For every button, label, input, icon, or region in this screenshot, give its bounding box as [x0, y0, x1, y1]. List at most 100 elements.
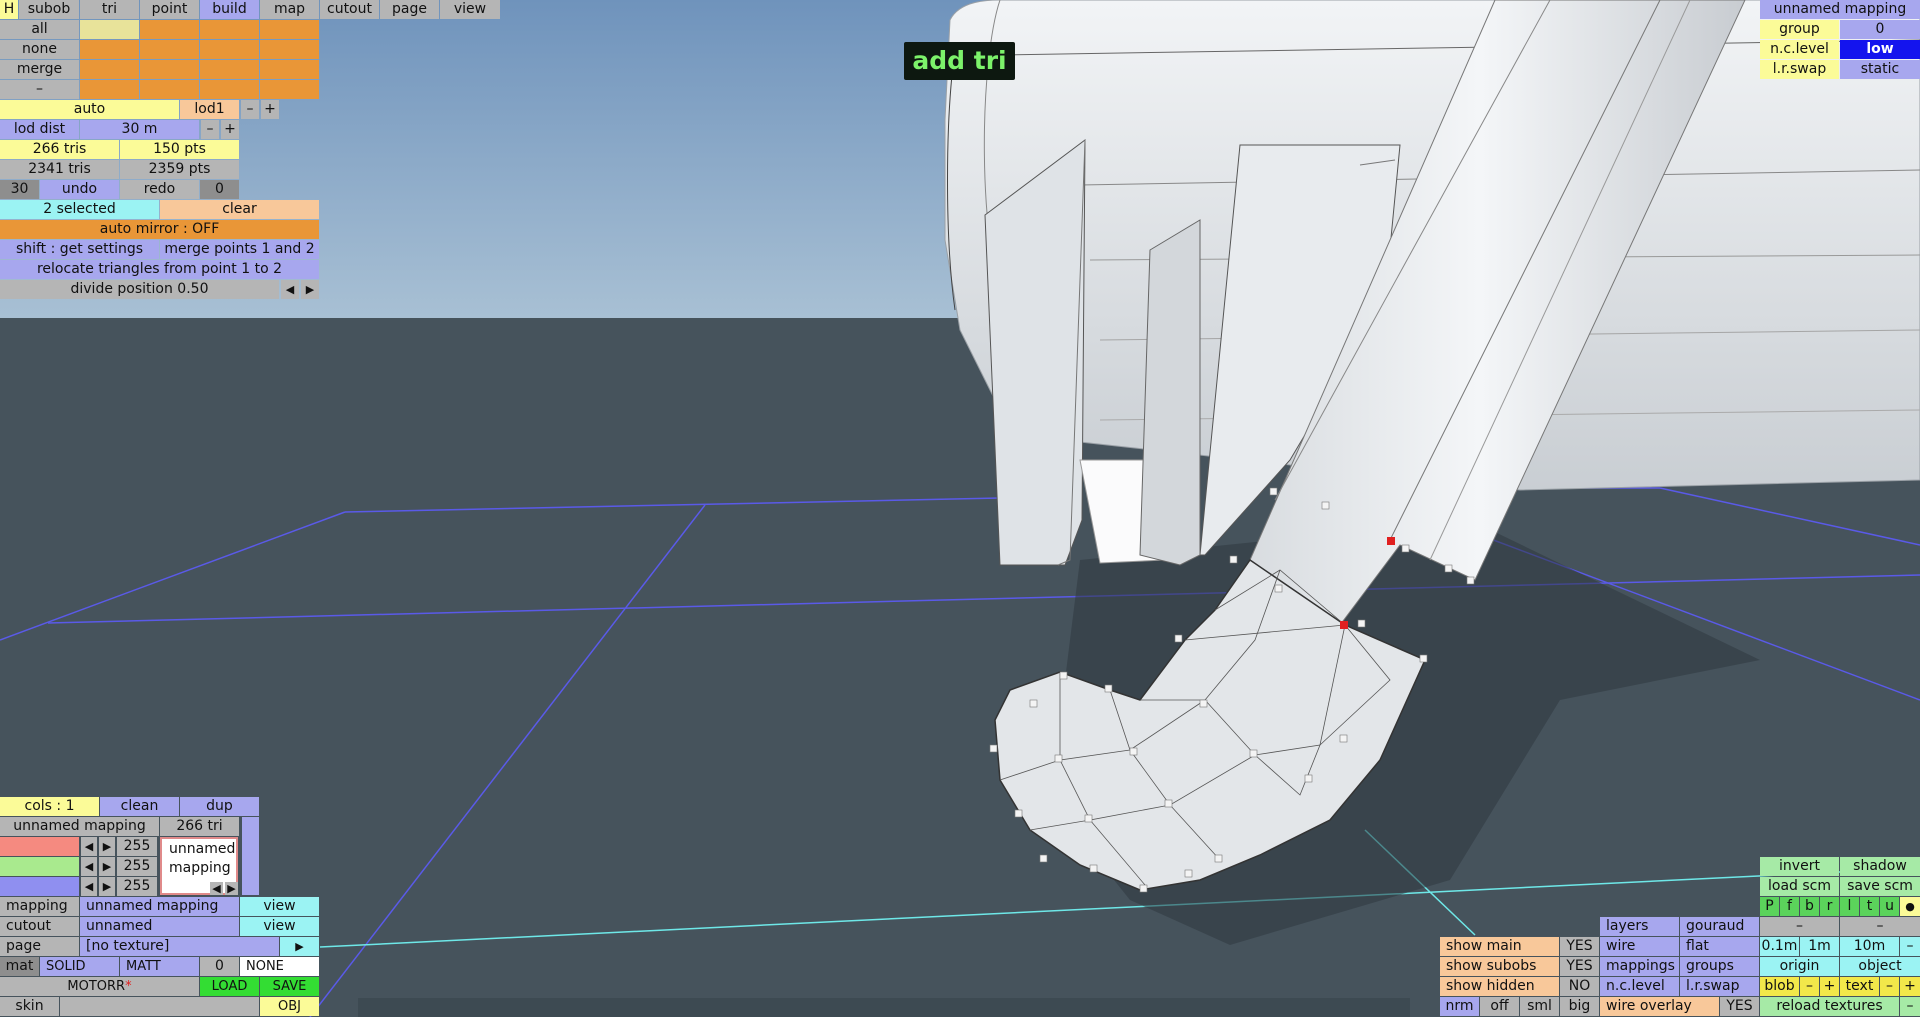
cols-count[interactable]: cols : 1 [0, 797, 99, 816]
text-plus-button[interactable]: + [1900, 977, 1920, 996]
mapping-view-button[interactable]: view [240, 897, 319, 916]
blob-button[interactable]: blob [1760, 977, 1799, 996]
divide-position-slider[interactable]: divide position 0.50 [0, 280, 279, 299]
subob-cell[interactable] [260, 20, 319, 39]
mat-number[interactable]: 0 [200, 957, 239, 976]
grid-1m-button[interactable]: 1m [1800, 937, 1839, 956]
reload-textures-button[interactable]: reload textures [1760, 997, 1899, 1016]
red-increase-button[interactable]: ▶ [99, 837, 115, 856]
layers-button[interactable]: layers [1600, 917, 1679, 936]
subob-cell[interactable] [140, 20, 199, 39]
grid-01m-button[interactable]: 0.1m [1760, 937, 1799, 956]
obj-button[interactable]: OBJ [260, 997, 319, 1016]
mapping-name[interactable]: unnamed mapping [1760, 0, 1920, 19]
origin-button[interactable]: origin [1760, 957, 1839, 976]
subob-cell[interactable] [80, 20, 139, 39]
select-none-button[interactable]: none [0, 40, 79, 59]
save-scm-button[interactable]: save scm [1840, 877, 1920, 896]
subob-cell[interactable] [200, 40, 259, 59]
menu-tab-subob[interactable]: subob [19, 0, 79, 19]
dup-button[interactable]: dup [180, 797, 259, 816]
mappings-button[interactable]: mappings [1600, 957, 1679, 976]
page-next-button[interactable]: ▶ [280, 937, 319, 956]
menu-tab-view[interactable]: view [440, 0, 500, 19]
merge-button[interactable]: merge [0, 60, 79, 79]
color-scrollbar[interactable] [242, 817, 259, 895]
normal-size-nrm[interactable]: nrm [1440, 997, 1479, 1016]
menu-tab-point[interactable]: point [140, 0, 199, 19]
red-decrease-button[interactable]: ◀ [81, 837, 97, 856]
save-button[interactable]: SAVE [260, 977, 319, 996]
lrswap-view-button[interactable]: l.r.swap [1680, 977, 1759, 996]
show-hidden-value[interactable]: NO [1560, 977, 1599, 996]
preview-next-button[interactable]: ▶ [225, 882, 238, 895]
lod-level[interactable]: lod1 [180, 100, 239, 119]
cutout-select[interactable]: unnamed [80, 917, 239, 936]
nclevel-view-button[interactable]: n.c.level [1600, 977, 1679, 996]
menu-tab-tri[interactable]: tri [80, 0, 139, 19]
divide-next-button[interactable]: ▶ [301, 280, 319, 299]
blue-channel-slider[interactable] [0, 877, 79, 896]
3d-viewport[interactable] [0, 0, 1920, 1017]
load-scm-button[interactable]: load scm [1760, 877, 1839, 896]
cutout-view-button[interactable]: view [240, 917, 319, 936]
view-preset-u[interactable]: u [1880, 897, 1899, 916]
material-name[interactable]: MOTORR* [0, 977, 199, 996]
relocate-triangles-button[interactable]: relocate triangles from point 1 to 2 [0, 260, 319, 279]
normal-size-sml[interactable]: sml [1520, 997, 1559, 1016]
clean-button[interactable]: clean [100, 797, 179, 816]
subob-cell[interactable] [260, 60, 319, 79]
lod-plus-button[interactable]: + [261, 100, 279, 119]
view-dot-toggle[interactable]: ● [1900, 897, 1920, 916]
lod-auto-button[interactable]: auto [0, 100, 179, 119]
view-preset-t[interactable]: t [1860, 897, 1879, 916]
show-main-value[interactable]: YES [1560, 937, 1599, 956]
redo-button[interactable]: redo [120, 180, 199, 199]
clear-selection-button[interactable]: clear [160, 200, 319, 219]
skin-field[interactable] [60, 997, 259, 1016]
flat-button[interactable]: flat [1680, 937, 1759, 956]
wire-overlay-value[interactable]: YES [1720, 997, 1759, 1016]
matt-toggle[interactable]: MATT [120, 957, 199, 976]
show-subobs-label[interactable]: show subobs [1440, 957, 1559, 976]
normal-size-big[interactable]: big [1560, 997, 1599, 1016]
object-button[interactable]: object [1840, 957, 1920, 976]
red-channel-slider[interactable] [0, 837, 79, 856]
get-settings-button[interactable]: shift : get settings [0, 240, 159, 259]
divide-prev-button[interactable]: ◀ [281, 280, 299, 299]
view-preset-b[interactable]: b [1800, 897, 1819, 916]
lod-dist-plus-button[interactable]: + [221, 120, 239, 139]
subob-cell[interactable] [260, 40, 319, 59]
subob-cell[interactable] [140, 60, 199, 79]
view-preset-l[interactable]: l [1840, 897, 1859, 916]
subob-cell[interactable] [200, 60, 259, 79]
menu-tab-page[interactable]: page [380, 0, 439, 19]
lod-minus-button[interactable]: – [241, 100, 259, 119]
reload-minus-button[interactable]: – [1900, 997, 1920, 1016]
subob-cell[interactable] [140, 80, 199, 99]
select-all-button[interactable]: all [0, 20, 79, 39]
menu-tab-map[interactable]: map [260, 0, 319, 19]
invert-button[interactable]: invert [1760, 857, 1839, 876]
subob-cell[interactable] [80, 80, 139, 99]
menu-tab-build[interactable]: build [200, 0, 259, 19]
page-select[interactable]: [no texture] [80, 937, 279, 956]
auto-mirror-toggle[interactable]: auto mirror : OFF [0, 220, 319, 239]
green-decrease-button[interactable]: ◀ [81, 857, 97, 876]
load-button[interactable]: LOAD [200, 977, 259, 996]
normal-size-off[interactable]: off [1480, 997, 1519, 1016]
solid-toggle[interactable]: SOLID [40, 957, 119, 976]
help-button[interactable]: H [0, 0, 18, 19]
mapping-select[interactable]: unnamed mapping [80, 897, 239, 916]
merge-points-button[interactable]: merge points 1 and 2 [160, 240, 319, 259]
view-minus-right[interactable]: – [1840, 917, 1920, 936]
subob-cell[interactable] [80, 40, 139, 59]
groups-button[interactable]: groups [1680, 957, 1759, 976]
lod-dist-minus-button[interactable]: – [201, 120, 219, 139]
subob-minus-button[interactable]: – [0, 80, 79, 99]
green-channel-slider[interactable] [0, 857, 79, 876]
show-main-label[interactable]: show main [1440, 937, 1559, 956]
show-hidden-label[interactable]: show hidden [1440, 977, 1559, 996]
shadow-button[interactable]: shadow [1840, 857, 1920, 876]
grid-10m-button[interactable]: 10m [1840, 937, 1899, 956]
